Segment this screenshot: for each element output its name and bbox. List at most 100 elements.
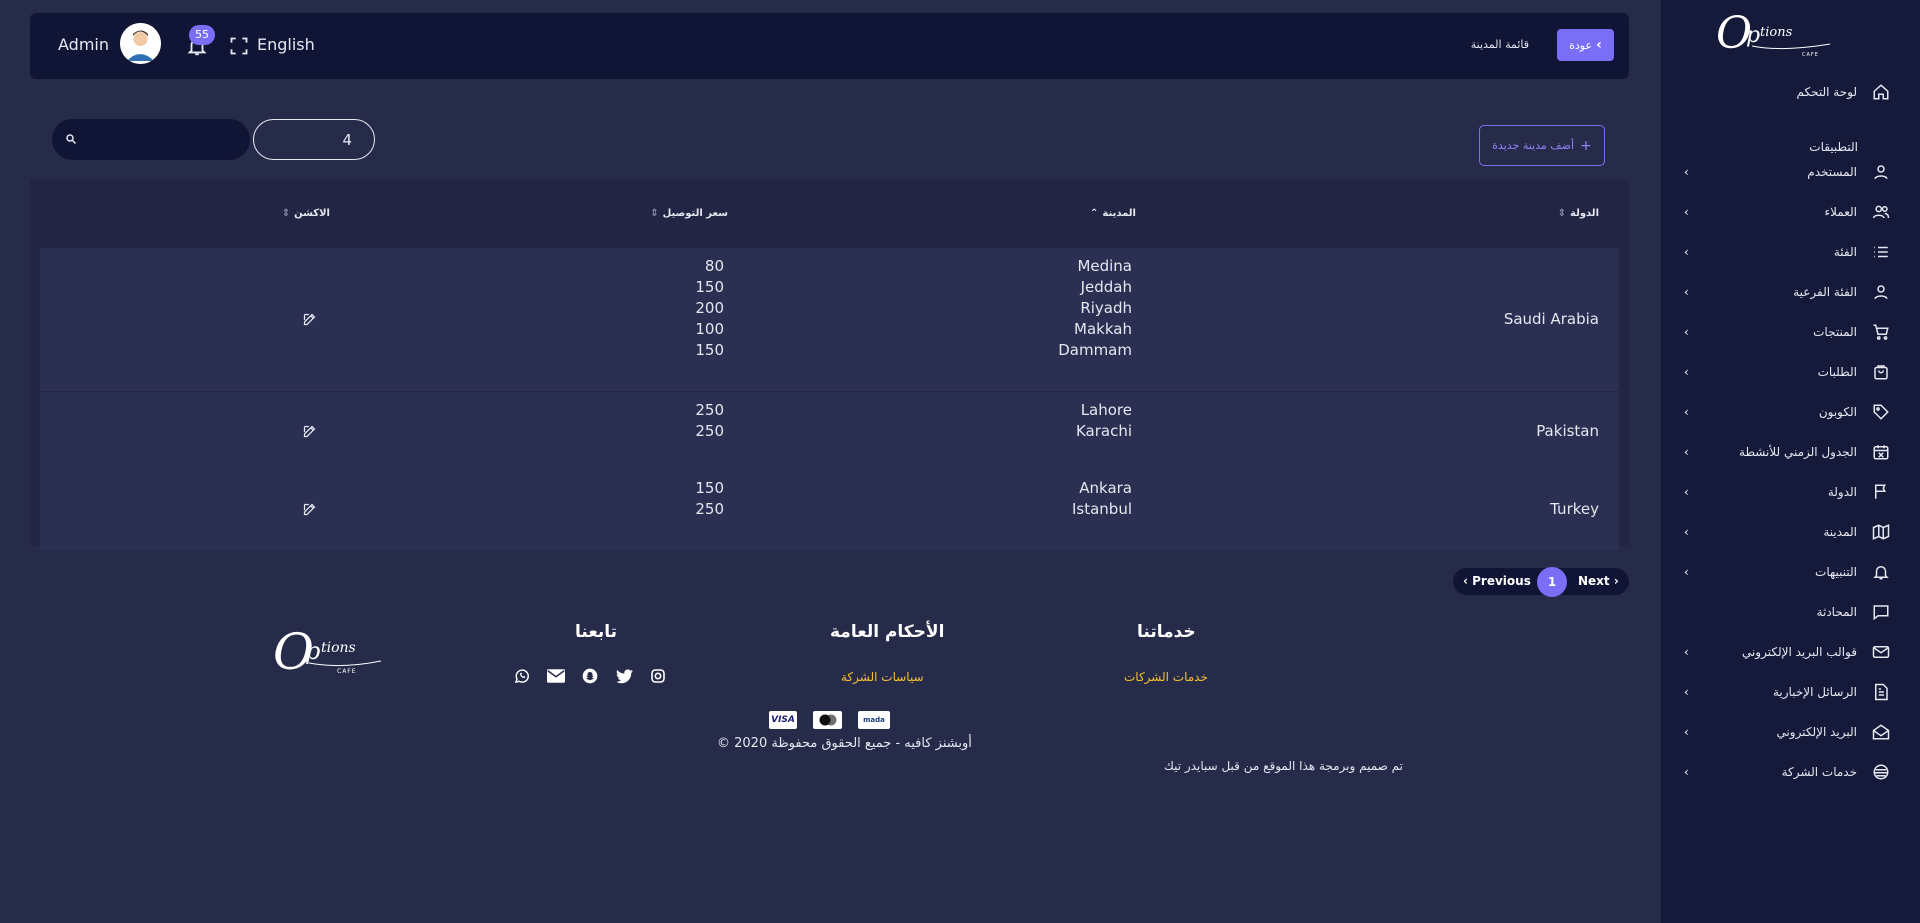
sidebar-item-dashboard[interactable]: لوحة التحكم: [1661, 72, 1920, 112]
previous-page-button[interactable]: ‹ Previous: [1463, 574, 1531, 588]
sidebar-item-label: لوحة التحكم: [1796, 85, 1858, 99]
chevron-left-icon: ‹: [1684, 525, 1689, 539]
chevron-left-icon: ‹: [1684, 405, 1689, 419]
footer-services-link[interactable]: خدمات الشركات: [1124, 670, 1208, 684]
delivery-price: 80: [704, 257, 724, 275]
sidebar-item[interactable]: البريد الإلكتروني ‹: [1661, 712, 1920, 752]
sort-icon: ⇕: [281, 208, 291, 219]
sidebar-item-label: العملاء: [1824, 205, 1857, 219]
chevron-left-icon: ‹: [1684, 245, 1689, 259]
footer-follow-heading: تابعنا: [575, 622, 618, 642]
svg-text:tions: tions: [321, 640, 356, 656]
sidebar-item[interactable]: الدولة ‹: [1661, 472, 1920, 512]
list-icon: [1870, 241, 1892, 263]
table-row: Saudi Arabia Medina Jeddah Riyadh Makkah Damm…: [40, 248, 1619, 391]
sidebar-item[interactable]: المحادثة: [1661, 592, 1920, 632]
sidebar-item[interactable]: الجدول الزمني للأنشطة ‹: [1661, 432, 1920, 472]
user-icon: [1870, 281, 1892, 303]
map-icon: [1870, 521, 1892, 543]
search-input[interactable]: [52, 119, 250, 160]
sidebar-item[interactable]: الفئة الفرعية ‹: [1661, 272, 1920, 312]
mail-icon: [1870, 641, 1892, 663]
back-button[interactable]: عودة ‹: [1557, 29, 1614, 61]
language-switch[interactable]: English: [257, 35, 315, 54]
avatar[interactable]: [120, 23, 161, 64]
instagram-icon[interactable]: [649, 667, 667, 685]
snapchat-icon[interactable]: [581, 667, 599, 685]
footer-terms-link[interactable]: سياسات الشركة: [841, 670, 924, 684]
add-city-button[interactable]: أضف مدينة جديدة +: [1479, 125, 1605, 166]
chevron-left-icon: ‹: [1684, 565, 1689, 579]
header-action[interactable]: ⇕ الاكشن: [282, 208, 330, 219]
email-icon[interactable]: [547, 667, 565, 685]
breadcrumb: قائمة المدينة: [1470, 38, 1529, 51]
price-list: 150 250: [695, 478, 724, 520]
header-city[interactable]: ⌃ المدينة: [1090, 208, 1136, 219]
city-list: Lahore Karachi: [1076, 400, 1132, 442]
sidebar-item[interactable]: الفئة ‹: [1661, 232, 1920, 272]
sidebar-item-label: البريد الإلكتروني: [1776, 725, 1857, 739]
sidebar-item-label: قوالب البريد الإلكتروني: [1741, 645, 1857, 659]
sidebar-item[interactable]: العملاء ‹: [1661, 192, 1920, 232]
twitter-icon[interactable]: [615, 667, 633, 685]
whatsapp-icon[interactable]: [513, 667, 531, 685]
city-table: ⇕ الدولة ⌃ المدينة ⇕ سعر التوصيل ⇕ الاكش…: [30, 180, 1629, 550]
footer-logo: O p tions CAFE: [273, 623, 382, 681]
sidebar-item[interactable]: خدمات الشركة ‹: [1661, 752, 1920, 792]
edit-icon[interactable]: [302, 502, 317, 517]
calendar-x-icon: [1870, 441, 1892, 463]
chevron-left-icon: ‹: [1684, 365, 1689, 379]
footer-services-heading: خدماتنا: [1137, 622, 1196, 642]
sidebar-item[interactable]: الكوبون ‹: [1661, 392, 1920, 432]
svg-text:tions: tions: [1760, 25, 1793, 40]
sidebar-item[interactable]: التنبيهات ‹: [1661, 552, 1920, 592]
sidebar-item[interactable]: قوالب البريد الإلكتروني ‹: [1661, 632, 1920, 672]
svg-text:CAFE: CAFE: [337, 668, 357, 675]
sidebar-item[interactable]: المنتجات ‹: [1661, 312, 1920, 352]
svg-text:p: p: [1746, 23, 1760, 48]
sidebar-item[interactable]: المدينة ‹: [1661, 512, 1920, 552]
edit-icon[interactable]: [302, 424, 317, 439]
sidebar-item[interactable]: المستخدم ‹: [1661, 152, 1920, 192]
sidebar-item-label: خدمات الشركة: [1781, 765, 1857, 779]
user-name[interactable]: Admin: [58, 35, 109, 54]
sort-up-icon: ⌃: [1090, 208, 1099, 219]
city-list: Ankara Istanbul: [1072, 478, 1132, 520]
sidebar-item[interactable]: الطلبات ‹: [1661, 352, 1920, 392]
sort-icon: ⇕: [650, 208, 659, 219]
flag-icon: [1870, 481, 1892, 503]
sidebar-item[interactable]: الرسائل الإخبارية ‹: [1661, 672, 1920, 712]
chevron-left-icon: ‹: [1684, 165, 1689, 179]
page-size-value: 4: [342, 131, 352, 149]
city-name: Dammam: [1058, 341, 1132, 359]
sidebar-item-label: المنتجات: [1813, 325, 1857, 339]
services-icon: [1870, 761, 1892, 783]
cart-icon: [1870, 321, 1892, 343]
chevron-left-icon: ‹: [1684, 205, 1689, 219]
document-icon: [1870, 681, 1892, 703]
next-page-button[interactable]: Next ›: [1578, 574, 1619, 588]
page-size-select[interactable]: 4: [253, 119, 375, 160]
brand-logo[interactable]: O p tions CAFE: [1712, 8, 1836, 66]
city-name: Medina: [1077, 257, 1132, 275]
city-name: Karachi: [1075, 422, 1132, 440]
chevron-left-icon: ‹: [1684, 765, 1689, 779]
chevron-left-icon: ‹: [1684, 325, 1689, 339]
sidebar-item-label: الدولة: [1827, 485, 1857, 499]
header-delivery-price[interactable]: ⇕ سعر التوصيل: [650, 208, 728, 219]
edit-icon[interactable]: [302, 312, 317, 327]
city-name: Ankara: [1079, 479, 1132, 497]
copyright-text: © 2020 أوبشنز كافيه - جميع الحقوق محفوظة: [717, 736, 972, 751]
bag-icon: [1870, 361, 1892, 383]
sidebar-item-label: الكوبون: [1818, 405, 1857, 419]
svg-text:CAFE: CAFE: [1802, 52, 1819, 58]
user-icon: [1870, 161, 1892, 183]
current-page[interactable]: 1: [1537, 567, 1567, 597]
fullscreen-icon[interactable]: [229, 36, 249, 56]
country-name: Pakistan: [1536, 422, 1599, 440]
top-bar: Admin 55 English عودة ‹ قائمة المدينة: [30, 13, 1629, 79]
table-row: Turkey Ankara Istanbul 150 250: [40, 470, 1619, 550]
header-country[interactable]: ⇕ الدولة: [1558, 208, 1599, 219]
svg-text:p: p: [305, 637, 320, 665]
visa-payment-icon: VISA: [769, 711, 797, 729]
